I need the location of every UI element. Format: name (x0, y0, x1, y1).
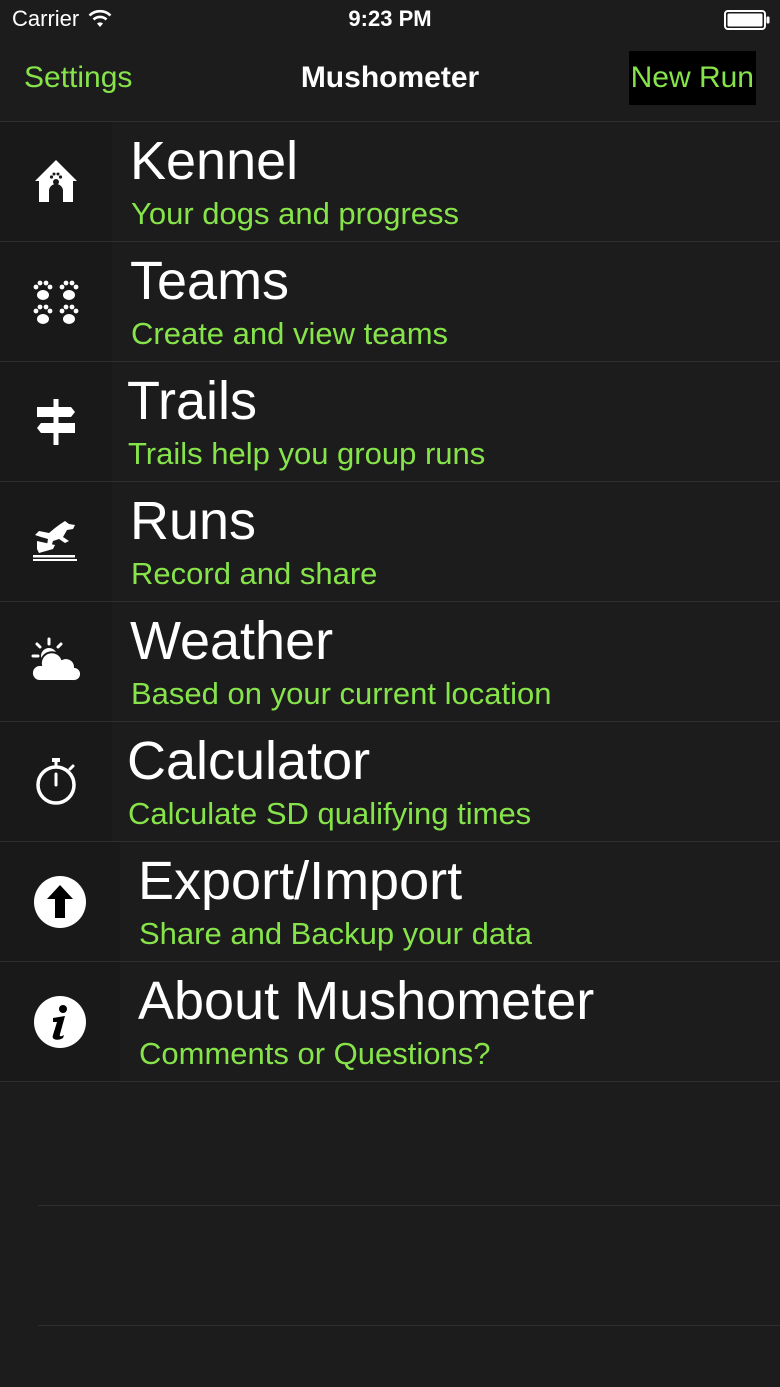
row-separator (38, 1325, 780, 1326)
menu-item-about[interactable]: About Mushometer Comments or Questions? (0, 962, 780, 1082)
menu-icon-cell (0, 242, 112, 361)
menu-item-teams[interactable]: Teams Create and view teams (0, 242, 780, 362)
upload-arrow-icon (34, 875, 86, 928)
app-screen: Carrier 9:23 PM Settings Mushometer New … (0, 0, 780, 1387)
main-menu-list: Kennel Your dogs and progress Teams Crea… (0, 122, 780, 1082)
menu-item-trails[interactable]: Trails Trails help you group runs (0, 362, 780, 482)
menu-item-title: Weather (130, 611, 334, 671)
menu-icon-cell (0, 362, 112, 481)
row-separator (38, 1205, 780, 1206)
menu-icon-cell (0, 722, 112, 841)
menu-item-subtitle: Record and share (131, 556, 378, 591)
menu-item-runs[interactable]: Runs Record and share (0, 482, 780, 602)
menu-item-subtitle: Comments or Questions? (139, 1036, 491, 1071)
signpost-icon (37, 398, 75, 445)
menu-item-title: Trails (127, 371, 257, 431)
empty-list-area (0, 1086, 780, 1387)
menu-icon-cell (0, 842, 120, 961)
menu-item-export-import[interactable]: Export/Import Share and Backup your data (0, 842, 780, 962)
info-icon (34, 995, 86, 1048)
status-time: 9:23 PM (348, 6, 432, 31)
menu-icon-cell (0, 482, 112, 601)
menu-icon-cell (0, 122, 112, 241)
menu-item-title: Calculator (127, 731, 371, 791)
menu-item-subtitle: Calculate SD qualifying times (128, 796, 532, 831)
menu-item-subtitle: Based on your current location (131, 676, 552, 711)
status-bar: Carrier 9:23 PM (0, 0, 780, 40)
menu-item-title: Teams (130, 251, 290, 311)
menu-item-title: About Mushometer (138, 971, 595, 1031)
navigation-bar: Settings Mushometer New Run (0, 40, 780, 122)
menu-item-title: Runs (130, 491, 257, 551)
new-run-button[interactable]: New Run (628, 51, 756, 105)
menu-item-subtitle: Your dogs and progress (131, 196, 460, 231)
menu-item-subtitle: Trails help you group runs (128, 436, 486, 471)
paw-prints-icon (33, 280, 79, 324)
menu-item-subtitle: Share and Backup your data (139, 916, 532, 951)
weather-icon (30, 637, 83, 682)
dog-sled-icon (33, 520, 77, 561)
menu-item-title: Export/Import (138, 851, 463, 911)
menu-icon-cell (0, 962, 120, 1081)
menu-item-title: Kennel (130, 131, 299, 191)
menu-icon-cell (0, 602, 112, 721)
doghouse-icon (35, 159, 77, 202)
menu-item-kennel[interactable]: Kennel Your dogs and progress (0, 122, 780, 242)
menu-item-subtitle: Create and view teams (131, 316, 449, 351)
stopwatch-icon (36, 757, 76, 805)
menu-item-calculator[interactable]: Calculator Calculate SD qualifying times (0, 722, 780, 842)
menu-item-weather[interactable]: Weather Based on your current location (0, 602, 780, 722)
battery-icon (724, 10, 770, 30)
